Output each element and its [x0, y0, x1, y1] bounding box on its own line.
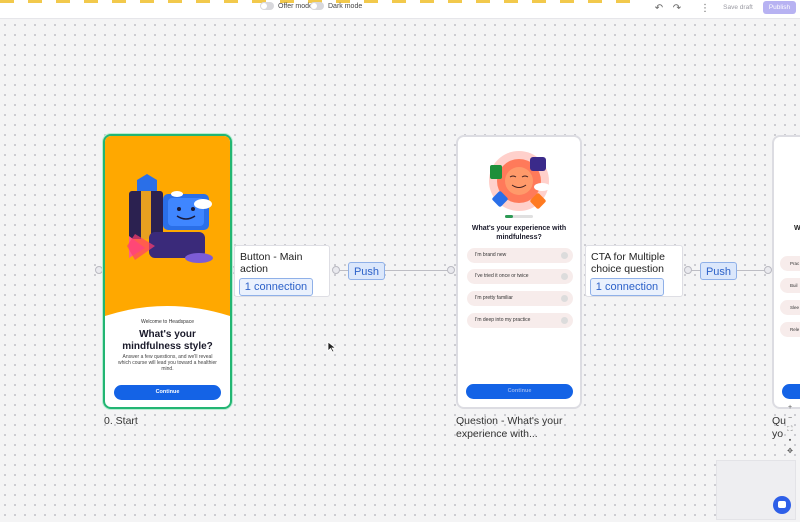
option-pretty-familiar[interactable]: I'm pretty familiar: [467, 291, 573, 306]
dark-mode-switch[interactable]: [310, 2, 324, 10]
lock-icon[interactable]: ▪: [784, 435, 796, 446]
mouse-cursor-icon: [327, 341, 337, 353]
chat-support-icon[interactable]: [773, 496, 791, 514]
next-question-card[interactable]: W Prac Buil Slee Rele: [772, 135, 800, 409]
partial-option[interactable]: Rele: [780, 322, 800, 337]
undo-icon[interactable]: ↶: [652, 2, 666, 15]
progress-bar: [505, 215, 533, 218]
connection-dot[interactable]: [95, 266, 103, 274]
redo-icon[interactable]: ↷: [670, 2, 684, 15]
offer-mode-toggle[interactable]: Offer mode: [260, 2, 313, 10]
option-label: I'm pretty familiar: [475, 295, 513, 301]
push-node[interactable]: Push: [348, 262, 385, 280]
question-title: What's your experience with mindfulness?: [471, 225, 567, 241]
offer-mode-switch[interactable]: [260, 2, 274, 10]
partial-option[interactable]: Buil: [780, 278, 800, 293]
zoom-controls[interactable]: + − ⛶ ▪ ✥: [784, 402, 796, 457]
partial-option[interactable]: Prac: [780, 256, 800, 271]
experience-illustration: [489, 151, 550, 211]
option-label: I'm brand new: [475, 252, 507, 258]
push-node[interactable]: Push: [700, 262, 737, 280]
connector-title: CTA for Multiple choice question: [591, 251, 665, 275]
connection-dot[interactable]: [332, 266, 340, 274]
connection-dot[interactable]: [684, 266, 692, 274]
save-draft-button[interactable]: Save draft: [718, 1, 758, 15]
more-vertical-icon[interactable]: ⋮: [698, 2, 712, 15]
connection-dot[interactable]: [447, 266, 455, 274]
option-deep-practice[interactable]: I'm deep into my practice: [467, 313, 573, 328]
dark-mode-label: Dark mode: [328, 2, 363, 10]
connection-dot[interactable]: [764, 266, 772, 274]
mindfulness-illustration: [105, 174, 230, 316]
radio-icon: [561, 317, 568, 324]
partial-continue-button[interactable]: [782, 384, 800, 399]
fit-view-icon[interactable]: ⛶: [784, 424, 796, 435]
question-continue-button[interactable]: Continue: [466, 384, 573, 399]
offer-mode-label: Offer mode: [278, 2, 313, 10]
radio-icon: [561, 273, 568, 280]
start-hero: [105, 136, 230, 316]
publish-button[interactable]: Publish: [763, 1, 796, 14]
move-icon[interactable]: ✥: [784, 446, 796, 457]
cta-multiple-choice-card[interactable]: CTA for Multiple choice question 1 conne…: [585, 245, 683, 297]
start-screen-label: 0. Start: [104, 415, 138, 427]
top-toolbar: Offer mode Dark mode ↶ ↷ ⋮ Save draft Pu…: [0, 0, 800, 19]
start-body: Answer a few questions, and we'll reveal…: [118, 354, 217, 372]
button-main-action-card[interactable]: Button - Main action 1 connection: [234, 245, 330, 297]
start-screen-card[interactable]: Welcome to Headspace What's your mindful…: [103, 134, 232, 409]
radio-icon: [561, 295, 568, 302]
dark-mode-toggle[interactable]: Dark mode: [310, 2, 362, 10]
connector-title: Button - Main action: [240, 251, 303, 275]
start-continue-button[interactable]: Continue: [114, 385, 221, 400]
radio-icon: [561, 252, 568, 259]
option-brand-new[interactable]: I'm brand new: [467, 248, 573, 263]
option-tried-once[interactable]: I've tried it once or twice: [467, 269, 573, 284]
connection-badge[interactable]: 1 connection: [590, 278, 664, 296]
start-title: What's your mindfulness style?: [122, 329, 213, 352]
option-label: I'm deep into my practice: [475, 317, 531, 323]
question-screen-label: Question - What's your experience with..…: [456, 415, 563, 440]
zoom-in-icon[interactable]: +: [784, 402, 796, 413]
question-screen-card[interactable]: What's your experience with mindfulness?…: [456, 135, 582, 409]
welcome-text: Welcome to Headspace: [141, 319, 194, 325]
zoom-out-icon[interactable]: −: [784, 413, 796, 424]
partial-option[interactable]: Slee: [780, 300, 800, 315]
option-label: I've tried it once or twice: [475, 273, 529, 279]
partial-title: W: [794, 225, 800, 232]
connection-badge[interactable]: 1 connection: [239, 278, 313, 296]
